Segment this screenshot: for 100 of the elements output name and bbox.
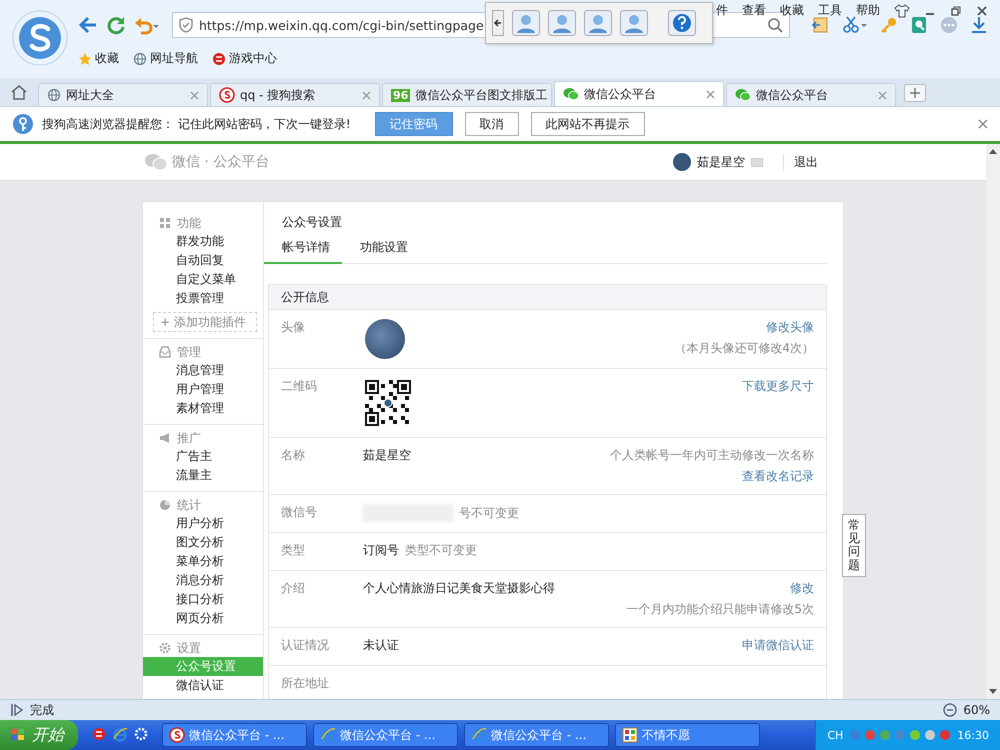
bookmark-link[interactable]: 网址导航 xyxy=(133,50,198,67)
mail-icon[interactable] xyxy=(751,158,763,166)
sidebar-item[interactable]: 网页分析 xyxy=(143,609,263,628)
sidebar-item[interactable]: 自动回复 xyxy=(143,251,263,270)
field-label: 认证情况 xyxy=(281,637,330,654)
user-name[interactable]: 茹是星空 xyxy=(697,154,745,170)
tray-icon[interactable] xyxy=(909,729,922,741)
avatar-placeholder xyxy=(365,319,405,359)
browser-tab[interactable]: qq - 搜狗搜索 xyxy=(210,83,380,106)
action-link[interactable]: 申请微信认证 xyxy=(742,637,814,654)
ie-logo-icon xyxy=(320,727,336,743)
home-icon[interactable] xyxy=(10,84,28,100)
sidebar-item[interactable]: 消息分析 xyxy=(143,571,263,590)
field-label: 类型 xyxy=(281,542,306,559)
tab[interactable]: 帐号详情 xyxy=(264,236,342,264)
site-logo-text: 微信 · 公众平台 xyxy=(172,153,270,171)
new-tab-icon[interactable] xyxy=(904,84,926,102)
ie-logo-icon xyxy=(471,727,487,743)
key-icon xyxy=(12,113,34,135)
action-link[interactable]: 修改头像 xyxy=(766,319,814,336)
tray-icon[interactable] xyxy=(939,729,952,741)
taskbar-button[interactable]: 不情不愿 xyxy=(615,723,760,747)
menu-item[interactable]: 工具 xyxy=(818,2,842,19)
search-icon xyxy=(767,17,783,33)
gear-icon xyxy=(159,642,171,654)
taskbar-button[interactable]: 微信公众平台 - ... xyxy=(162,723,307,747)
sidebar-item[interactable]: 用户分析 xyxy=(143,514,263,533)
field-label: 二维码 xyxy=(281,378,318,395)
field-label: 介绍 xyxy=(281,580,306,597)
scroll-up-icon[interactable] xyxy=(989,148,997,154)
sidebar-toggle-icon[interactable] xyxy=(10,703,24,717)
magnifier-doc-icon[interactable] xyxy=(910,16,928,34)
user-icon[interactable] xyxy=(584,10,612,36)
close-icon[interactable] xyxy=(978,119,988,129)
menu-item[interactable]: 帮助 xyxy=(856,2,880,19)
scissors-icon[interactable] xyxy=(842,16,868,34)
field-note: 个人类帐号一年内可主动修改一次名称 xyxy=(610,447,814,464)
notice-button[interactable]: 此网站不再提示 xyxy=(530,112,645,136)
game-logo-icon xyxy=(212,52,226,66)
sidebar-item[interactable]: 图文分析 xyxy=(143,533,263,552)
taskbar-button[interactable]: 微信公众平台 - ... xyxy=(464,723,609,747)
field-label: 微信号 xyxy=(281,504,318,521)
more-dots-icon[interactable] xyxy=(940,16,958,34)
action-link[interactable]: 修改 xyxy=(790,580,814,597)
sogou-logo-icon xyxy=(219,87,235,103)
pie-chart-icon xyxy=(159,499,171,511)
scrollbar[interactable] xyxy=(986,144,1000,699)
qr-code xyxy=(363,378,413,428)
ie-logo-icon xyxy=(112,727,128,743)
zoom-level[interactable]: 60% xyxy=(963,703,990,717)
zoom-icon[interactable] xyxy=(943,703,958,717)
sidebar-item[interactable]: 广告主 xyxy=(143,447,263,466)
sidebar-item[interactable]: 群发功能 xyxy=(143,232,263,251)
restore-icon[interactable] xyxy=(950,4,962,16)
gear-icon[interactable] xyxy=(134,727,148,741)
browser-tab[interactable]: 微信公众平台 xyxy=(554,81,724,106)
notice-button[interactable]: 取消 xyxy=(464,112,519,136)
browser-tab[interactable]: 微信公众平台 xyxy=(726,83,896,106)
sidebar-item[interactable]: 菜单分析 xyxy=(143,552,263,571)
clock: 16:30 xyxy=(957,728,989,742)
sidebar-item[interactable]: 投票管理 xyxy=(143,289,263,308)
browser-logo-icon xyxy=(12,10,68,66)
section-title: 统计 xyxy=(177,496,201,514)
sidebar-item[interactable]: 微信认证 xyxy=(143,676,263,695)
sidebar-item[interactable]: 素材管理 xyxy=(143,399,263,418)
help-icon[interactable] xyxy=(668,10,696,36)
section-title: 推广 xyxy=(177,430,201,446)
action-link[interactable]: 查看改名记录 xyxy=(742,468,814,485)
refresh-icon[interactable] xyxy=(106,15,126,35)
back-arrow-icon[interactable] xyxy=(78,15,98,35)
shirt-icon[interactable] xyxy=(894,4,910,18)
field-hint: 号不可变更 xyxy=(459,504,519,522)
close-icon[interactable] xyxy=(706,90,715,98)
scroll-down-icon[interactable] xyxy=(989,689,997,695)
page-title: 公众号设置 xyxy=(281,214,343,231)
bookmark-link[interactable]: 收藏 xyxy=(78,50,119,67)
taskbar-button[interactable]: 微信公众平台 - ... xyxy=(313,723,458,747)
add-plugin-button[interactable]: + 添加功能插件 xyxy=(153,312,257,332)
sidebar-item[interactable]: 消息管理 xyxy=(143,361,263,380)
close-icon[interactable] xyxy=(976,4,988,16)
faq-tab[interactable]: 常见问题 xyxy=(842,514,866,577)
sidebar-item[interactable]: 接口分析 xyxy=(143,590,263,609)
tab[interactable]: 功能设置 xyxy=(342,236,420,263)
field-hint: 类型不可变更 xyxy=(405,542,477,559)
sidebar-item[interactable]: 自定义菜单 xyxy=(143,270,263,289)
tray-icon[interactable] xyxy=(864,729,876,741)
tray-icon[interactable] xyxy=(924,729,936,741)
bookmark-link[interactable]: 游戏中心 xyxy=(212,50,277,67)
sidebar-item[interactable]: 用户管理 xyxy=(143,380,263,399)
download-icon[interactable] xyxy=(970,16,988,34)
globe-icon xyxy=(47,88,61,102)
sidebar-toggle-icon[interactable] xyxy=(812,16,830,34)
status-text: 完成 xyxy=(30,702,54,718)
sogou-logo-icon xyxy=(169,727,185,743)
action-link[interactable]: 下载更多尺寸 xyxy=(742,378,814,395)
browser-tab[interactable]: 96 微信公众平台图文排版工 xyxy=(382,83,552,106)
undo-arrow-icon[interactable] xyxy=(134,15,160,35)
logout-link[interactable]: 退出 xyxy=(783,154,818,170)
sidebar-item[interactable]: 流量主 xyxy=(143,466,263,485)
browser-tab[interactable]: 网址大全 xyxy=(38,83,208,106)
